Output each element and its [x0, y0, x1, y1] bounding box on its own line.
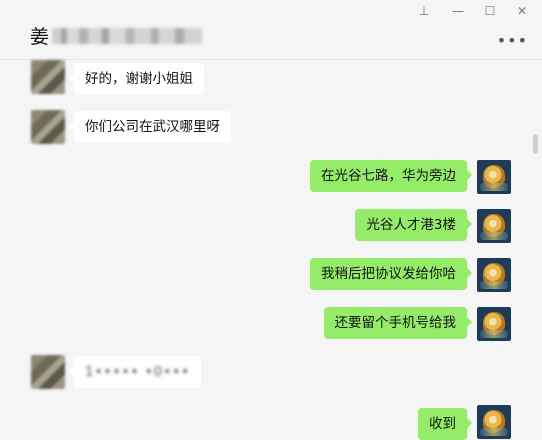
contact-avatar[interactable]	[31, 110, 65, 144]
contact-name-blurred-part	[52, 27, 203, 44]
pin-icon[interactable]: ⊥	[414, 4, 434, 20]
chat-title: 姜	[30, 22, 203, 49]
message-bubble-received: 你们公司在武汉哪里呀	[69, 111, 231, 143]
message-bubble-sent: 收到	[418, 408, 472, 440]
close-icon[interactable]: ✕	[512, 4, 532, 20]
self-avatar[interactable]	[477, 209, 511, 243]
more-options-icon[interactable]: •••	[497, 31, 528, 50]
message-list[interactable]: 好的，谢谢小姐姐 你们公司在武汉哪里呀 在光谷七路，华为旁边 光谷人才港3楼 我…	[0, 60, 542, 440]
self-avatar[interactable]	[477, 160, 511, 194]
phone-number-blurred: 1••••• •0•••	[85, 364, 191, 380]
contact-avatar[interactable]	[31, 60, 65, 94]
contact-name: 姜	[30, 26, 50, 48]
message-bubble-received: 1••••• •0•••	[68, 356, 202, 388]
title-bar: 姜 ⊥ — ☐ ✕ •••	[0, 0, 542, 60]
self-avatar[interactable]	[477, 258, 511, 292]
message-bubble-sent: 光谷人才港3楼	[355, 209, 472, 241]
scrollbar-thumb[interactable]	[533, 134, 538, 154]
message-bubble-sent: 还要留个手机号给我	[323, 307, 472, 339]
minimize-icon[interactable]: —	[448, 4, 468, 20]
message-bubble-sent: 我稍后把协议发给你哈	[310, 258, 472, 290]
self-avatar[interactable]	[477, 405, 511, 439]
self-avatar[interactable]	[477, 307, 511, 341]
message-bubble-received: 好的，谢谢小姐姐	[69, 63, 204, 95]
maximize-icon[interactable]: ☐	[480, 4, 500, 20]
contact-avatar[interactable]	[31, 355, 65, 389]
message-bubble-sent: 在光谷七路，华为旁边	[310, 160, 472, 192]
